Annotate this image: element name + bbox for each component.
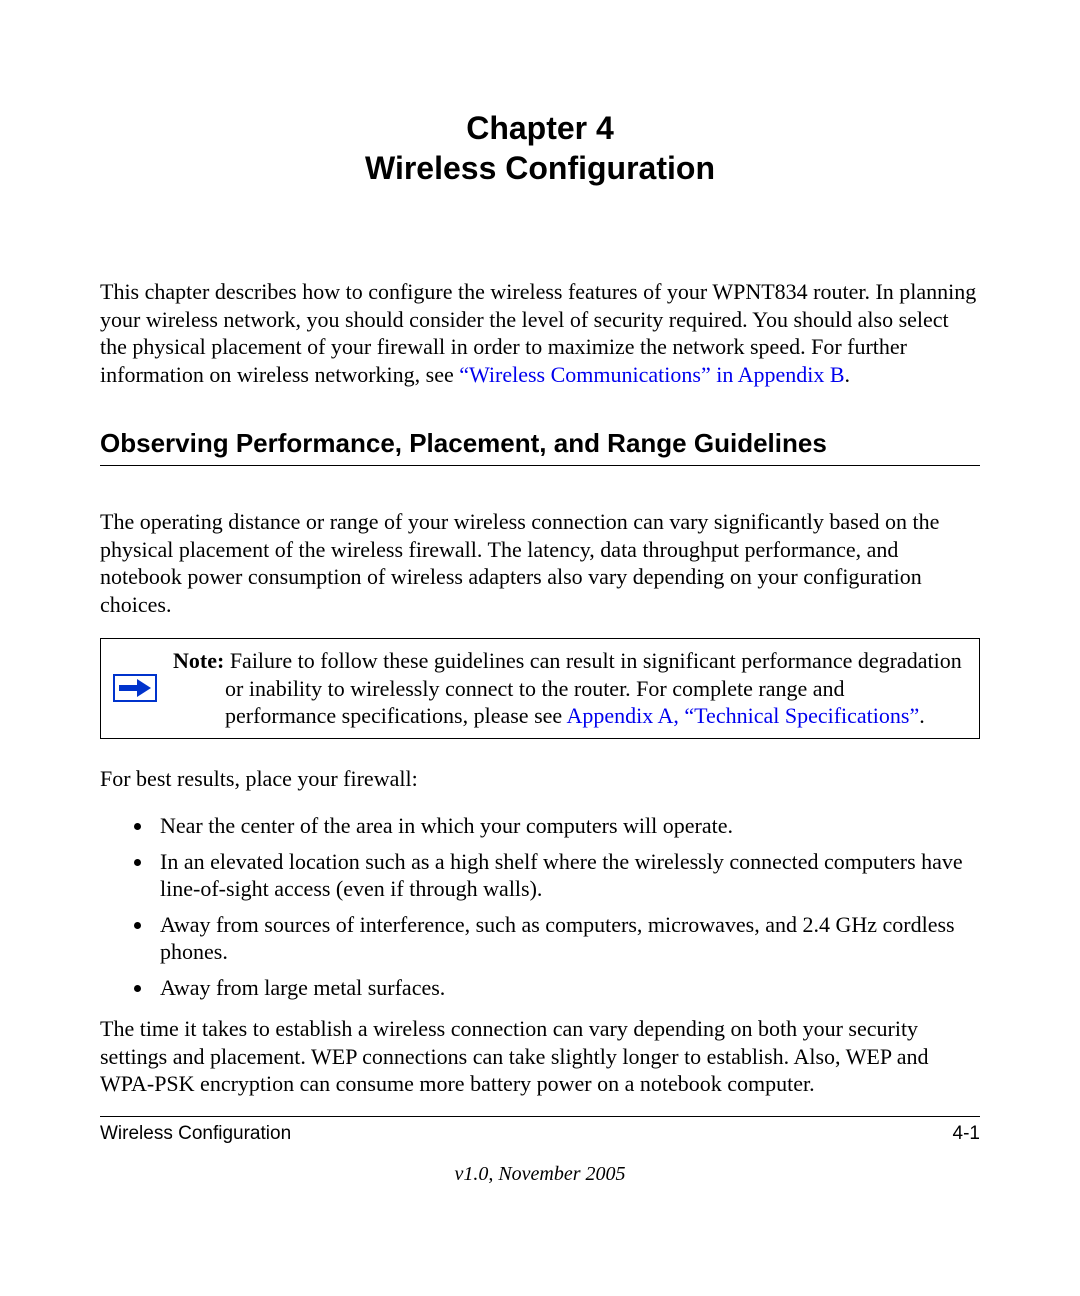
footer-version: v1.0, November 2005 — [100, 1163, 980, 1186]
note-label: Note: — [173, 648, 224, 673]
note-line3-before: performance specifications, please see — [225, 703, 566, 728]
link-appendix-a-tech-specs[interactable]: Appendix A, “Technical Specifications” — [566, 703, 919, 728]
chapter-number: Chapter 4 — [100, 108, 980, 148]
note-box: Note: Failure to follow these guidelines… — [100, 638, 980, 739]
footer-section-title: Wireless Configuration — [100, 1123, 291, 1145]
footer-line: Wireless Configuration 4-1 — [100, 1123, 980, 1145]
chapter-heading: Chapter 4 Wireless Configuration — [100, 108, 980, 188]
note-line3-after: . — [919, 703, 925, 728]
section-rule — [100, 465, 980, 466]
note-line3-wrap: performance specifications, please see A… — [173, 702, 969, 730]
footer-rule — [100, 1116, 980, 1117]
list-item: In an elevated location such as a high s… — [154, 848, 980, 903]
note-line1: Failure to follow these guidelines can r… — [224, 648, 961, 673]
note-line2: or inability to wirelessly connect to th… — [173, 675, 969, 703]
link-wireless-communications-appendix-b[interactable]: “Wireless Communications” in Appendix B — [459, 362, 844, 387]
footer-page-number: 4-1 — [953, 1123, 980, 1145]
note-icon-cell — [101, 639, 169, 738]
chapter-title: Wireless Configuration — [100, 148, 980, 188]
arrow-right-icon — [113, 674, 157, 702]
list-item: Away from sources of interference, such … — [154, 911, 980, 966]
page: Chapter 4 Wireless Configuration This ch… — [0, 0, 1080, 1296]
placement-lead: For best results, place your firewall: — [100, 765, 980, 793]
section1-para1: The operating distance or range of your … — [100, 508, 980, 618]
note-text: Note: Failure to follow these guidelines… — [169, 639, 979, 738]
intro-text-after: . — [845, 362, 851, 387]
intro-paragraph: This chapter describes how to configure … — [100, 278, 980, 388]
placement-tail: The time it takes to establish a wireles… — [100, 1015, 980, 1098]
list-item: Near the center of the area in which you… — [154, 812, 980, 840]
placement-bullets: Near the center of the area in which you… — [100, 812, 980, 1001]
page-footer: Wireless Configuration 4-1 v1.0, Novembe… — [100, 1116, 980, 1186]
section-heading-guidelines: Observing Performance, Placement, and Ra… — [100, 428, 980, 459]
list-item: Away from large metal surfaces. — [154, 974, 980, 1002]
